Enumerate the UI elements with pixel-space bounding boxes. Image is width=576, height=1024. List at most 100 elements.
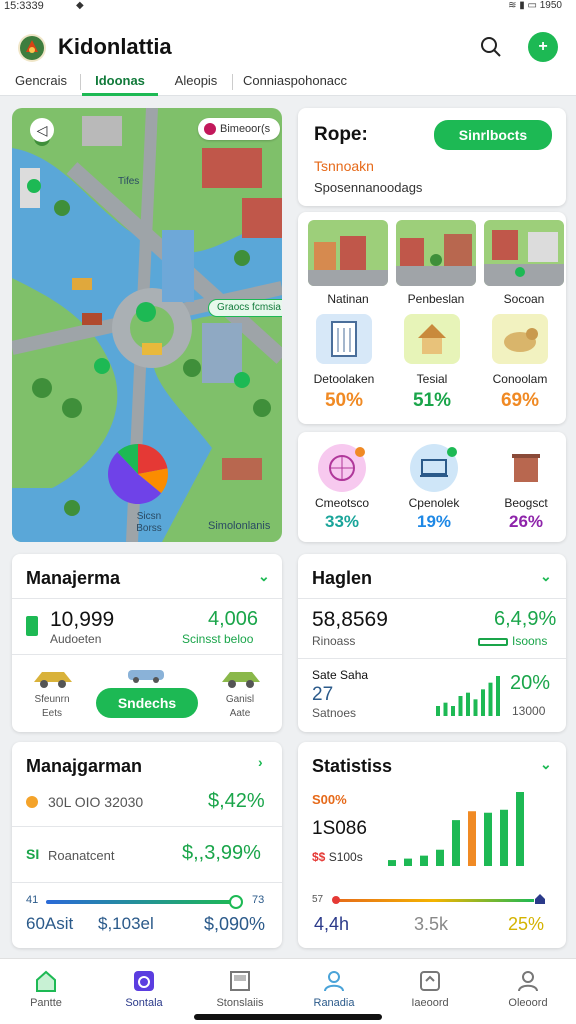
- animal-icon[interactable]: [492, 314, 548, 364]
- battery-value: 1950: [539, 0, 562, 11]
- tile-percent: 51%: [412, 390, 452, 411]
- wheel-icon[interactable]: [318, 444, 366, 492]
- trash-icon[interactable]: [502, 444, 550, 492]
- house-icon[interactable]: [404, 314, 460, 364]
- vehicle-label: Sfeunrn: [34, 694, 70, 705]
- footer-value: $,103el: [98, 914, 154, 933]
- place-caption: Penbeslan: [407, 292, 465, 306]
- nav-item-chart[interactable]: Sontala: [108, 969, 180, 1013]
- battery-icon: [26, 616, 38, 636]
- chart-bar: [436, 706, 440, 716]
- select-button[interactable]: Sndechs: [96, 688, 198, 718]
- cart-icon[interactable]: [410, 444, 458, 492]
- vehicle-icon: [220, 666, 262, 690]
- building-icon[interactable]: [316, 314, 372, 364]
- tile-label: Conoolam: [492, 372, 548, 386]
- scale-left: 57: [312, 894, 324, 905]
- tile-label: Tesial: [416, 372, 448, 386]
- nav-item-user[interactable]: Oleoord: [492, 969, 564, 1013]
- place-thumbnail[interactable]: [484, 220, 564, 286]
- management-card: Manajerma ⌄ 10,999 Audoeten 4,006 Scinss…: [12, 554, 282, 732]
- management-card-2: Manajgarman › 30L OIO 32030 $,42% SI Roa…: [12, 742, 282, 948]
- statistics-card: Statistiss ⌄ S00% 1S086 $$ S100s 57 4,4h…: [298, 742, 566, 948]
- chevron-down-icon[interactable]: ⌄: [540, 568, 552, 585]
- stat-label-2-prefix: $$: [312, 850, 326, 864]
- search-icon[interactable]: [478, 34, 504, 60]
- divider: [298, 658, 566, 659]
- tile-percent: 69%: [500, 390, 540, 411]
- map-illustration: [12, 108, 282, 542]
- place-caption: Natinan: [327, 292, 369, 306]
- tab-active[interactable]: Idoonas: [82, 68, 158, 96]
- hope-button[interactable]: Sinrlbocts: [434, 120, 552, 150]
- pie-label-line-2: Borss: [136, 523, 162, 534]
- statistics-bar-chart: [388, 792, 524, 866]
- chart-bar: [388, 860, 396, 866]
- place-thumbnail[interactable]: [396, 220, 476, 286]
- footer-value: 4,4h: [314, 914, 350, 934]
- chart-bar: [484, 812, 492, 866]
- metric-value-green: 4,006: [208, 608, 259, 630]
- row-value: $,42%: [208, 790, 265, 812]
- profile-icon: [324, 971, 344, 992]
- divider: [298, 598, 566, 599]
- badge-dot-icon: [204, 123, 216, 135]
- slider-track[interactable]: [46, 895, 244, 909]
- nav-item-document[interactable]: Stonslaiis: [204, 969, 276, 1013]
- vehicle-label: Eets: [41, 708, 62, 719]
- nav-item-profile[interactable]: Ranadia: [298, 969, 370, 1013]
- metric-percent: 33%: [324, 512, 360, 531]
- home-icon: [36, 970, 56, 992]
- place-thumbnail[interactable]: [308, 220, 388, 286]
- stat-title: Sate Saha: [312, 668, 369, 682]
- map-back-icon[interactable]: ◁: [30, 118, 54, 142]
- metric-label: Beogsct: [504, 496, 548, 510]
- chart-bar: [468, 811, 476, 866]
- footer-value: 25%: [508, 914, 545, 934]
- map-chip[interactable]: Graocs fcmsia: [208, 299, 282, 317]
- chevron-right-icon[interactable]: ›: [258, 754, 263, 770]
- map-badge-label: Bimeoor(s: [220, 123, 271, 135]
- nav-item-home[interactable]: Pantte: [10, 969, 82, 1013]
- city-map[interactable]: ◁ Bimeoor(s Tifes Graocs fcmsia Sicsn Bor…: [12, 108, 282, 542]
- home-small-icon: [534, 892, 546, 904]
- chart-icon: [134, 971, 154, 991]
- slider-min: 41: [26, 894, 39, 906]
- tab-divider: [232, 74, 233, 90]
- metric-value: 10,999: [50, 608, 115, 631]
- tab-connections[interactable]: Conniaspohonacc: [238, 68, 352, 96]
- tile-label: Detoolaken: [313, 372, 375, 386]
- car-icon: [126, 664, 166, 684]
- add-button[interactable]: +: [528, 32, 558, 62]
- map-badge[interactable]: Bimeoor(s: [198, 118, 280, 140]
- chart-bar: [420, 855, 428, 866]
- trend-percent: 20%: [510, 672, 551, 694]
- row-text: 30L OIO 32030: [48, 794, 144, 810]
- tab-aleopis[interactable]: Aleopis: [164, 68, 228, 96]
- stat-label: S00%: [312, 792, 347, 807]
- status-icons: ◆: [76, 0, 84, 11]
- chart-bar: [496, 676, 500, 716]
- scale-bar: [334, 899, 534, 902]
- chevron-down-icon[interactable]: ⌄: [540, 756, 552, 773]
- hagler-title: Haglen: [312, 568, 373, 588]
- hagler-value: 58,8569: [312, 608, 388, 631]
- stat-value: 27: [312, 684, 334, 705]
- chart-bar: [466, 692, 470, 716]
- chart-bar: [488, 682, 493, 716]
- vehicle-label: Aate: [229, 708, 251, 719]
- map-pie-chart: [108, 444, 168, 505]
- nav-item-inbox[interactable]: Iaeoord: [394, 969, 466, 1013]
- vehicle-icon: [32, 666, 74, 690]
- tab-general[interactable]: Gencrais: [8, 68, 74, 96]
- document-icon: [230, 971, 250, 991]
- status-time: 15:3339: [4, 0, 44, 12]
- place-caption: Socoan: [503, 292, 545, 306]
- metric-percent: 26%: [508, 512, 544, 531]
- status-dot-icon: [26, 796, 38, 808]
- slider-thumb[interactable]: [229, 895, 244, 909]
- chevron-down-icon[interactable]: ⌄: [258, 568, 270, 585]
- places-card: Natinan Penbeslan Socoan Detoolaken Tesi…: [298, 212, 566, 424]
- app-logo-icon: [18, 34, 46, 62]
- tab-divider: [80, 74, 81, 90]
